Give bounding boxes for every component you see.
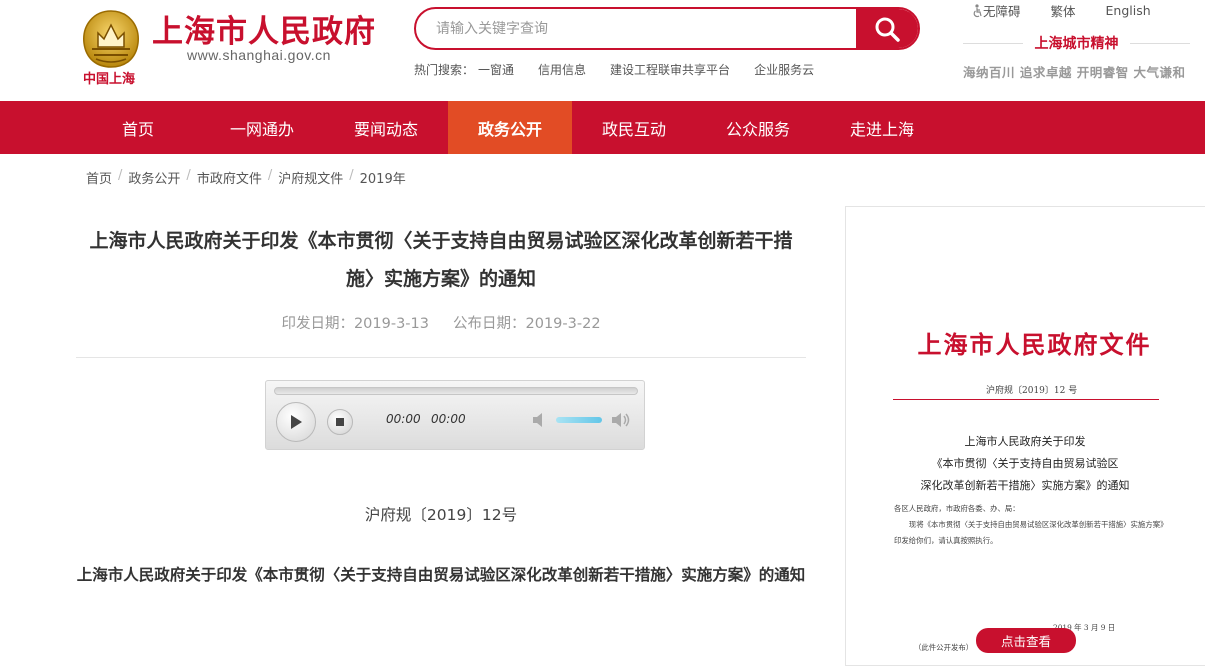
english-link[interactable]: English	[1106, 1, 1151, 20]
stop-button[interactable]	[327, 409, 353, 435]
preview-red-rule	[893, 399, 1159, 400]
traditional-chinese-link[interactable]: 繁体	[1051, 1, 1076, 20]
site-title[interactable]: 上海市人民政府	[152, 6, 376, 51]
play-button[interactable]	[276, 402, 316, 442]
preview-title: 上海市人民政府关于印发 《本市贯彻〈关于支持自由贸易试验区 深化改革创新若干措施…	[890, 431, 1160, 497]
breadcrumb-separator: /	[349, 168, 354, 183]
preview-note: （此件公开发布）	[914, 643, 974, 652]
breadcrumb-item[interactable]: 首页	[86, 168, 112, 187]
nav-item-gov-affairs[interactable]: 政务公开	[448, 101, 572, 154]
search-box	[414, 7, 920, 50]
preview-title-line: 《本市贯彻〈关于支持自由贸易试验区	[931, 457, 1119, 470]
search-button[interactable]	[856, 9, 918, 48]
play-icon	[291, 415, 302, 429]
hot-term-link[interactable]: 一窗通	[478, 61, 514, 78]
volume-max-icon[interactable]	[610, 411, 632, 429]
accessibility-label: 无障碍	[983, 4, 1021, 19]
nav-item-online-services[interactable]: 一网通办	[200, 101, 324, 154]
preview-title-line: 上海市人民政府关于印发	[964, 435, 1086, 448]
search-icon	[875, 17, 900, 42]
breadcrumb-separator: /	[267, 168, 273, 183]
search-input[interactable]	[416, 9, 856, 48]
shanghai-emblem-icon[interactable]	[80, 9, 142, 69]
audio-player: 00:00 00:00	[265, 380, 645, 450]
site-url: www.shanghai.gov.cn	[187, 47, 331, 63]
breadcrumb-item[interactable]: 2019年	[360, 168, 406, 187]
city-spirit-title: 上海城市精神	[963, 33, 1190, 53]
mute-icon[interactable]	[531, 411, 549, 429]
hot-search-label: 热门搜索：	[414, 63, 475, 77]
emblem-caption: 中国上海	[83, 72, 136, 87]
site-header: 中国上海 上海市人民政府 www.shanghai.gov.cn 热门搜索： 一…	[0, 0, 1205, 101]
breadcrumb-separator: /	[118, 168, 123, 183]
volume-slider[interactable]	[556, 417, 602, 423]
nav-item-home[interactable]: 首页	[76, 101, 200, 154]
hot-term-link[interactable]: 信用信息	[538, 61, 586, 78]
document-preview[interactable]: 上海市人民政府文件 沪府规〔2019〕12 号 上海市人民政府关于印发 《本市贯…	[845, 206, 1205, 666]
breadcrumb-separator: /	[186, 168, 191, 183]
duration-time: 00:00	[431, 412, 466, 426]
nav-item-interaction[interactable]: 政民互动	[572, 101, 696, 154]
preview-doc-number: 沪府规〔2019〕12 号	[986, 386, 1078, 396]
nav-item-public-services[interactable]: 公众服务	[696, 101, 820, 154]
accessibility-link[interactable]: 无障碍	[972, 1, 1021, 20]
preview-body: 各区人民政府，市政府各委、办、局： 现将《本市贯彻〈关于支持自由贸易试验区深化改…	[894, 501, 1164, 549]
publish-date: 公布日期：2019-3-22	[453, 316, 601, 332]
preview-header: 上海市人民政府文件	[917, 330, 1152, 359]
stop-icon	[336, 418, 344, 426]
preview-title-line: 深化改革创新若干措施〉实施方案》的通知	[920, 479, 1130, 492]
article-dates: 印发日期：2019-3-13 公布日期：2019-3-22	[76, 312, 806, 333]
accessibility-icon	[973, 3, 982, 17]
hot-term-link[interactable]: 建设工程联审共享平台	[610, 61, 730, 78]
preview-recipients: 各区人民政府，市政府各委、办、局：	[894, 504, 1020, 513]
current-time: 00:00	[386, 412, 421, 426]
view-document-button[interactable]: 点击查看	[976, 628, 1076, 653]
nav-item-news[interactable]: 要闻动态	[324, 101, 448, 154]
hot-term-link[interactable]: 企业服务云	[754, 61, 814, 78]
audio-progress-bar[interactable]	[274, 387, 638, 395]
article-title: 上海市人民政府关于印发《本市贯彻〈关于支持自由贸易试验区深化改革创新若干措施〉实…	[89, 230, 793, 290]
city-spirit-words: 海纳百川 追求卓越 开明睿智 大气谦和	[963, 65, 1186, 80]
hot-search: 热门搜索： 一窗通 信用信息 建设工程联审共享平台 企业服务云	[414, 61, 838, 78]
breadcrumb-item[interactable]: 政务公开	[128, 168, 180, 187]
body-title: 上海市人民政府关于印发《本市贯彻〈关于支持自由贸易试验区深化改革创新若干措施〉实…	[76, 566, 806, 584]
preview-body-text: 现将《本市贯彻〈关于支持自由贸易试验区深化改革创新若干措施〉实施方案》印发给你们…	[894, 520, 1164, 545]
title-divider	[76, 357, 806, 358]
breadcrumb-item[interactable]: 市政府文件	[197, 168, 262, 187]
document-number: 沪府规〔2019〕12号	[364, 506, 518, 524]
nav-item-about-shanghai[interactable]: 走进上海	[820, 101, 944, 154]
breadcrumb-item[interactable]: 沪府规文件	[278, 168, 343, 187]
top-links: 无障碍 繁体 English	[972, 1, 1151, 20]
issue-date: 印发日期：2019-3-13	[281, 316, 429, 332]
main-nav: 首页 一网通办 要闻动态 政务公开 政民互动 公众服务 走进上海	[0, 101, 1205, 154]
breadcrumb: 首页 / 政务公开 / 市政府文件 / 沪府规文件 / 2019年	[86, 168, 406, 187]
